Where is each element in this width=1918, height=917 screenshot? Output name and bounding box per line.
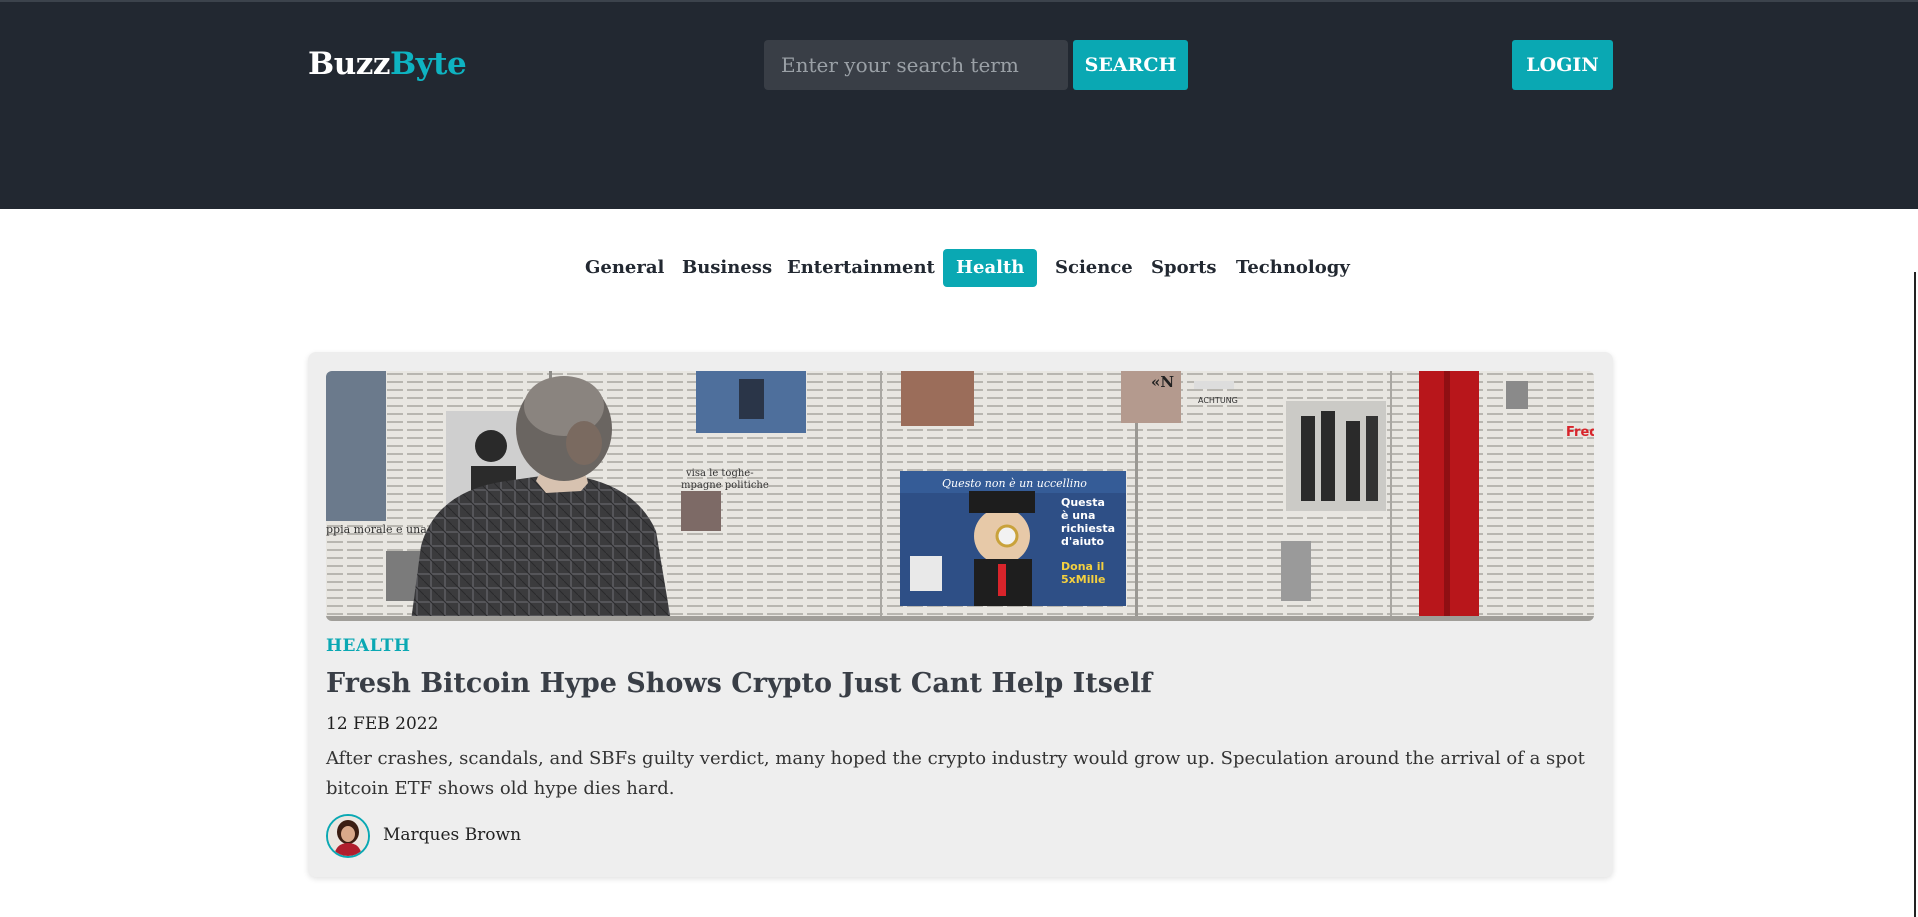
author-name[interactable]: Marques Brown <box>383 825 521 845</box>
nav-item-science[interactable]: Science <box>1042 249 1146 287</box>
ad-text-6: Dona il <box>1061 560 1104 573</box>
nav-item-sports[interactable]: Sports <box>1138 249 1230 287</box>
page-edge-line <box>1914 272 1916 917</box>
login-button[interactable]: LOGIN <box>1512 40 1613 90</box>
search-input[interactable] <box>764 40 1068 90</box>
logo[interactable]: BuzzByte <box>308 46 467 82</box>
article-image[interactable]: ppia morale e una malattia m visa le tog… <box>326 371 1594 621</box>
search-button[interactable]: SEARCH <box>1073 40 1188 90</box>
ad-text-5: d'aiuto <box>1061 535 1105 548</box>
image-mark-1: «N <box>1151 373 1174 391</box>
article-date: 12 FEB 2022 <box>326 714 439 734</box>
ad-text-4: richiesta <box>1061 522 1115 535</box>
nav-item-health[interactable]: Health <box>943 249 1038 287</box>
logo-text-byte: Byte <box>389 46 467 82</box>
nav-item-general[interactable]: General <box>572 249 677 287</box>
nav-item-entertainment[interactable]: Entertainment <box>774 249 948 287</box>
author-avatar[interactable] <box>326 814 370 858</box>
image-caption-2: visa le toghe- <box>685 468 754 479</box>
ad-text-2: Questa <box>1061 496 1105 509</box>
logo-text-buzz: Buzz <box>308 46 390 82</box>
article-card[interactable]: ppia morale e una malattia m visa le tog… <box>308 352 1613 877</box>
nav-item-business[interactable]: Business <box>669 249 785 287</box>
article-title[interactable]: Fresh Bitcoin Hype Shows Crypto Just Can… <box>326 668 1152 699</box>
ad-text-3: è una <box>1061 509 1095 522</box>
header-bar: BuzzByte SEARCH LOGIN <box>0 0 1918 209</box>
article-category[interactable]: HEALTH <box>326 636 411 656</box>
article-excerpt: After crashes, scandals, and SBFs guilty… <box>326 748 1585 799</box>
image-caption-3: mpagne politiche <box>681 480 769 491</box>
category-nav: General Business Entertainment Health Sc… <box>0 249 1918 287</box>
nav-item-technology[interactable]: Technology <box>1223 249 1363 287</box>
image-mark-3: Fred <box>1566 425 1594 440</box>
ad-text-7: 5xMille <box>1061 573 1105 586</box>
ad-text-1: Questo non è un uccellino <box>942 477 1087 490</box>
image-mark-2: ACHTUNG <box>1198 396 1238 405</box>
